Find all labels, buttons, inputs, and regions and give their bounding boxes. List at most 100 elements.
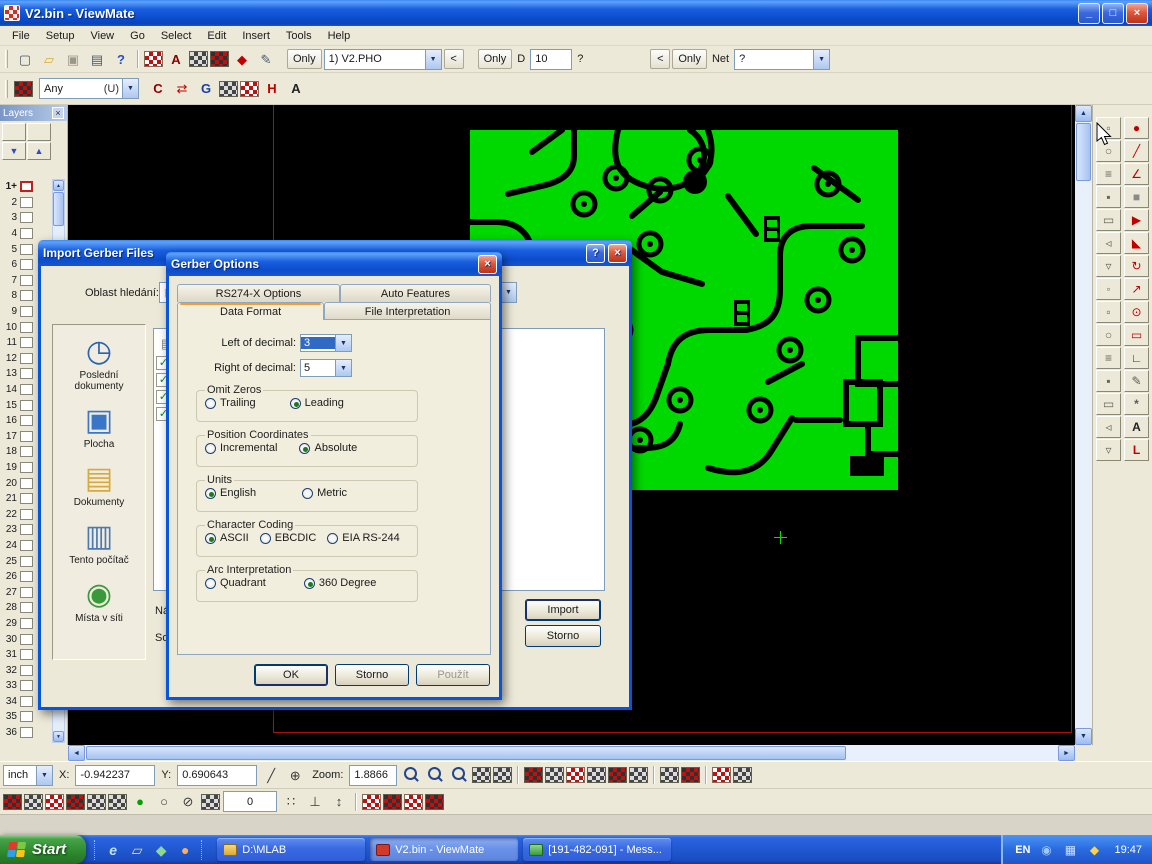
dither-pattern-1-icon[interactable] (362, 794, 381, 810)
redraw-icon[interactable] (472, 767, 491, 783)
layer-color-swatch[interactable] (20, 540, 33, 551)
net-combo[interactable]: ? ▼ (734, 49, 830, 70)
media-quick-icon[interactable]: ◆ (150, 840, 172, 860)
view-toggle-8-icon[interactable]: ◦ (1096, 278, 1121, 300)
menu-file[interactable]: File (4, 28, 38, 44)
dot-grid-icon[interactable]: ∷ (280, 792, 302, 812)
language-indicator[interactable]: EN (1015, 844, 1030, 856)
layer-color-swatch[interactable] (20, 727, 33, 738)
dither-pattern-4-icon[interactable] (425, 794, 444, 810)
toolbar-grip[interactable] (5, 80, 8, 98)
anchor-icon[interactable]: ⊥ (304, 792, 326, 812)
layer-color-swatch[interactable] (20, 244, 33, 255)
place-documents[interactable]: ▤Dokumenty (56, 464, 142, 508)
keyboard-tray-icon[interactable]: ▦ (1059, 840, 1081, 860)
layer-color-swatch[interactable] (20, 400, 33, 411)
layer-color-swatch[interactable] (20, 602, 33, 613)
layer-row-35[interactable]: 35 (0, 709, 50, 725)
layer-color-swatch[interactable] (20, 618, 33, 629)
layer-row-3[interactable]: 3 (0, 210, 50, 226)
corner-tool-icon[interactable]: ∟ (1124, 347, 1149, 369)
print-icon[interactable]: ▤ (86, 49, 108, 69)
tab-auto-features[interactable]: Auto Features (340, 284, 491, 302)
ruler-tool-icon[interactable]: L (1124, 439, 1149, 461)
film-strip-5-icon[interactable] (87, 794, 106, 810)
film-strip-6-icon[interactable] (108, 794, 127, 810)
scroll-left-icon[interactable]: ◄ (68, 745, 85, 761)
save-file-icon[interactable]: ▣ (62, 49, 84, 69)
layer-color-swatch[interactable] (20, 415, 33, 426)
chevron-down-icon[interactable]: ▼ (425, 50, 441, 69)
layer-color-swatch[interactable] (20, 680, 33, 691)
view-toggle-5-icon[interactable]: ▭ (1096, 209, 1121, 231)
layer-color-swatch[interactable] (20, 306, 33, 317)
radio-trailing[interactable]: Trailing (205, 397, 256, 409)
internet-explorer-icon[interactable]: e (102, 840, 124, 860)
scrollbar-thumb[interactable] (1076, 123, 1091, 181)
set-origin-icon[interactable]: ⊕ (284, 765, 306, 785)
units-combo[interactable]: inch ▼ (3, 765, 53, 786)
layer-color-swatch[interactable] (20, 493, 33, 504)
context-help-icon[interactable]: ? (110, 49, 132, 69)
clock[interactable]: 19:47 (1110, 844, 1142, 856)
ok-button[interactable]: OK (254, 664, 328, 686)
scroll-up-icon[interactable]: ▲ (53, 180, 64, 191)
chevron-down-icon[interactable]: ▼ (36, 766, 52, 785)
text-filter-button[interactable]: A (285, 79, 307, 99)
menu-help[interactable]: Help (320, 28, 359, 44)
only-dcode-toggle[interactable]: Only (478, 49, 513, 69)
layer-color-swatch[interactable] (20, 462, 33, 473)
film-view-2-icon[interactable] (545, 767, 564, 783)
dither-pattern-2-icon[interactable] (383, 794, 402, 810)
radio-quadrant[interactable]: Quadrant (205, 577, 266, 589)
layer-combo[interactable]: 1) V2.PHO ▼ (324, 49, 442, 70)
zoom-field[interactable]: 1.8866 (349, 765, 397, 786)
layer-color-swatch[interactable] (20, 509, 33, 520)
layer-color-swatch[interactable] (20, 275, 33, 286)
pencil-tool-icon[interactable]: ✎ (1124, 370, 1149, 392)
layer-table-icon[interactable] (2, 123, 26, 141)
text-tool-icon[interactable]: A (1124, 416, 1149, 438)
layer-color-swatch[interactable] (20, 368, 33, 379)
layer-color-swatch[interactable] (20, 259, 33, 270)
close-button[interactable]: × (608, 244, 627, 263)
place-network-places[interactable]: ◉Místa v síti (56, 580, 142, 624)
selection-mode-icon[interactable] (14, 81, 33, 97)
close-icon[interactable]: × (52, 107, 64, 119)
browser-quick-icon[interactable]: ● (174, 840, 196, 860)
menu-insert[interactable]: Insert (234, 28, 278, 44)
only-layer-toggle[interactable]: Only (287, 49, 322, 69)
view-toggle-11-icon[interactable]: ≡ (1096, 347, 1121, 369)
place-recent-documents[interactable]: ◷Poslední dokumenty (56, 337, 142, 392)
scrollbar-thumb[interactable] (53, 192, 64, 226)
taskbar-task[interactable]: [191-482-091] - Mess... (523, 838, 671, 861)
sketch-icon[interactable]: ✎ (255, 49, 277, 69)
select-window-icon[interactable] (660, 767, 679, 783)
radio-english[interactable]: English (205, 487, 256, 499)
pattern-view-icon[interactable] (733, 767, 752, 783)
line-tool-icon[interactable]: ╱ (1124, 140, 1149, 162)
radio-360-degree[interactable]: 360 Degree (304, 577, 377, 589)
pad-tool-icon[interactable]: ● (1124, 117, 1149, 139)
place-my-computer[interactable]: ▥Tento počítač (56, 522, 142, 566)
film-view-1-icon[interactable] (524, 767, 543, 783)
chevron-down-icon[interactable]: ▼ (813, 50, 829, 69)
layer-color-swatch[interactable] (20, 524, 33, 535)
menu-tools[interactable]: Tools (278, 28, 320, 44)
view-toggle-10-icon[interactable]: ○ (1096, 324, 1121, 346)
scroll-right-icon[interactable]: ► (1058, 745, 1075, 761)
zoom-out-icon[interactable] (448, 765, 470, 785)
dither-pattern-3-icon[interactable] (404, 794, 423, 810)
quick-launch-handle[interactable] (94, 840, 97, 860)
radio-leading[interactable]: Leading (290, 397, 344, 409)
measure-distance-icon[interactable]: ╱ (260, 765, 282, 785)
swap-layers-icon[interactable]: ⇄ (171, 79, 193, 99)
zoom-window-icon[interactable] (424, 765, 446, 785)
layer-color-swatch[interactable] (20, 665, 33, 676)
layer-row-2[interactable]: 2 (0, 195, 50, 211)
film-strip-1-icon[interactable] (3, 794, 22, 810)
only-net-toggle[interactable]: Only (672, 49, 707, 69)
taskbar-task[interactable]: D:\MLAB (217, 838, 365, 861)
help-button[interactable]: ? (586, 244, 605, 263)
radio-eia-rs244[interactable]: EIA RS-244 (327, 532, 399, 544)
